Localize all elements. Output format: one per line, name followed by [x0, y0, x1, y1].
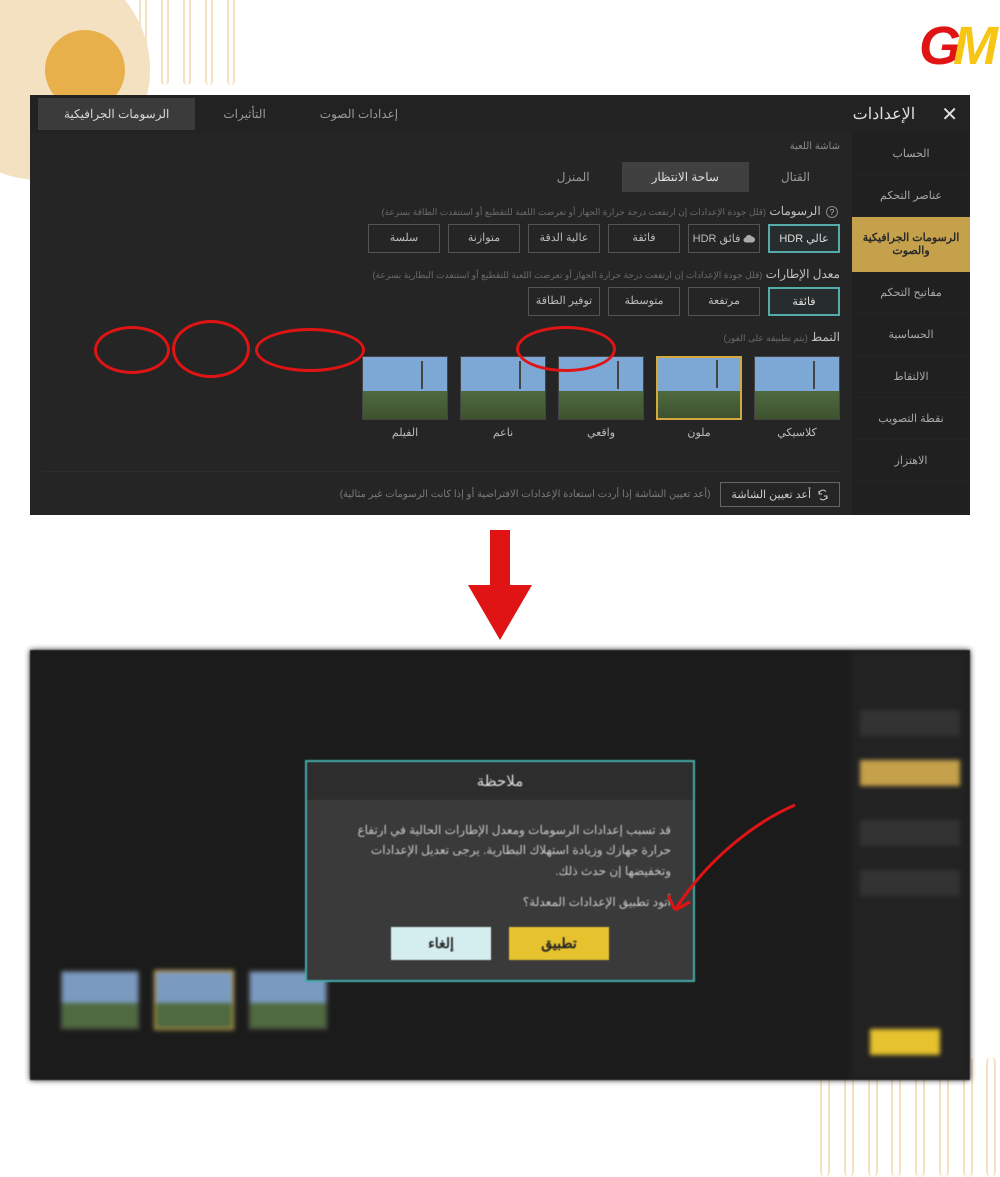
settings-main: شاشة اللعبة القتال ساحة الانتظار المنزل …	[30, 133, 852, 515]
reset-hint: (أعد تعيين الشاشة إذا أردت استعادة الإعد…	[340, 489, 711, 500]
header-tabs: إعدادات الصوت التأثيرات الرسومات الجرافي…	[38, 98, 424, 130]
sidebar-item-vibration[interactable]: الاهتزاز	[852, 440, 970, 482]
subtab-combat[interactable]: القتال	[751, 162, 840, 192]
modal-question: أتود تطبيق الإعدادات المعدلة؟	[307, 889, 693, 927]
style-options: كلاسيكي ملون واقعي ناعم الفيلم	[42, 356, 840, 439]
annotation-circle-2	[172, 320, 250, 378]
sidebar-item-account[interactable]: الحساب	[852, 133, 970, 175]
screen-sub-label: شاشة اللعبة	[42, 141, 840, 152]
sidebar-item-keys[interactable]: مفاتيح التحكم	[852, 272, 970, 314]
style-soft[interactable]: ناعم	[460, 356, 546, 439]
reset-screen-button[interactable]: أعد تعيين الشاشة	[720, 482, 840, 507]
gfx-opt-hdr-ultra[interactable]: فائق HDR	[688, 224, 760, 253]
fps-options: فائقة مرتفعة متوسطة توفير الطاقة	[42, 287, 840, 316]
style-hint: (يتم تطبيقه على الفور)	[724, 333, 808, 343]
graphics-options: عالي HDR فائق HDR فائقة عالية الدقة متوا…	[42, 224, 840, 253]
sidebar-item-graphics-sound[interactable]: الرسومات الجرافيكية والصوت	[852, 217, 970, 272]
confirm-modal: ملاحظة قد تسبب إعدادات الرسومات ومعدل ال…	[305, 760, 695, 982]
gfx-opt-hd[interactable]: عالية الدقة	[528, 224, 600, 253]
sidebar-item-controls[interactable]: عناصر التحكم	[852, 175, 970, 217]
info-icon[interactable]: ?	[826, 206, 838, 218]
annotation-circle-1	[94, 326, 170, 374]
sub-tabs: القتال ساحة الانتظار المنزل	[42, 162, 840, 192]
fps-hint: (قلل جودة الإعدادات إن ارتفعت درجة حرارة…	[373, 270, 763, 280]
graphics-hint: (قلل جودة الإعدادات إن ارتفعت درجة حرارة…	[382, 207, 766, 217]
annotation-circle-4	[516, 326, 616, 372]
tab-sound[interactable]: إعدادات الصوت	[294, 98, 424, 130]
close-icon[interactable]: ✕	[929, 102, 970, 127]
style-colorful[interactable]: ملون	[656, 356, 742, 439]
style-classic[interactable]: كلاسيكي	[754, 356, 840, 439]
fps-opt-high[interactable]: مرتفعة	[688, 287, 760, 316]
gfx-opt-ultra[interactable]: فائقة	[608, 224, 680, 253]
settings-header: ✕ الإعدادات إعدادات الصوت التأثيرات الرس…	[30, 95, 970, 133]
fps-label: معدل الإطارات (قلل جودة الإعدادات إن ارت…	[42, 267, 840, 281]
settings-screenshot-top: ✕ الإعدادات إعدادات الصوت التأثيرات الرس…	[30, 95, 970, 515]
gfx-opt-balanced[interactable]: متوازنة	[448, 224, 520, 253]
settings-sidebar: الحساب عناصر التحكم الرسومات الجرافيكية …	[852, 133, 970, 515]
blur-side-1	[860, 710, 960, 736]
gm-m: M	[953, 16, 990, 76]
annotation-curve-arrow	[660, 800, 800, 930]
tab-graphics[interactable]: الرسومات الجرافيكية	[38, 98, 195, 130]
style-movie[interactable]: الفيلم	[362, 356, 448, 439]
sidebar-item-sensitivity[interactable]: الحساسية	[852, 314, 970, 356]
blur-side-3	[860, 870, 960, 896]
gfx-opt-hdr-high[interactable]: عالي HDR	[768, 224, 840, 253]
fps-opt-extreme[interactable]: فائقة	[768, 287, 840, 316]
modal-apply-button[interactable]: تطبيق	[509, 927, 609, 960]
tab-effects[interactable]: التأثيرات	[197, 98, 291, 130]
blur-side-active	[860, 760, 960, 786]
cloud-download-icon	[743, 233, 755, 245]
annotation-down-arrow	[468, 530, 532, 640]
settings-screenshot-bottom: ملاحظة قد تسبب إعدادات الرسومات ومعدل ال…	[30, 650, 970, 1080]
settings-title: الإعدادات	[839, 104, 930, 124]
modal-buttons: تطبيق إلغاء	[307, 927, 693, 980]
sidebar-item-crosshair[interactable]: نقطة التصويب	[852, 398, 970, 440]
reset-icon	[817, 489, 829, 501]
gm-g: G	[919, 16, 953, 76]
blur-apply-btn	[870, 1029, 940, 1055]
reset-bar: أعد تعيين الشاشة (أعد تعيين الشاشة إذا أ…	[42, 471, 840, 515]
fps-opt-powersave[interactable]: توفير الطاقة	[528, 287, 600, 316]
subtab-home[interactable]: المنزل	[527, 162, 620, 192]
fps-opt-medium[interactable]: متوسطة	[608, 287, 680, 316]
modal-title: ملاحظة	[307, 762, 693, 800]
sidebar-item-pickup[interactable]: الالتقاط	[852, 356, 970, 398]
annotation-circle-3	[255, 328, 365, 372]
gm-logo: GM	[919, 15, 990, 77]
graphics-label: ? الرسومات (قلل جودة الإعدادات إن ارتفعت…	[42, 204, 840, 218]
modal-body: قد تسبب إعدادات الرسومات ومعدل الإطارات …	[307, 800, 693, 889]
blur-side-2	[860, 820, 960, 846]
blur-style-row	[60, 970, 328, 1030]
modal-cancel-button[interactable]: إلغاء	[391, 927, 491, 960]
subtab-lobby[interactable]: ساحة الانتظار	[622, 162, 749, 192]
gfx-opt-smooth[interactable]: سلسة	[368, 224, 440, 253]
